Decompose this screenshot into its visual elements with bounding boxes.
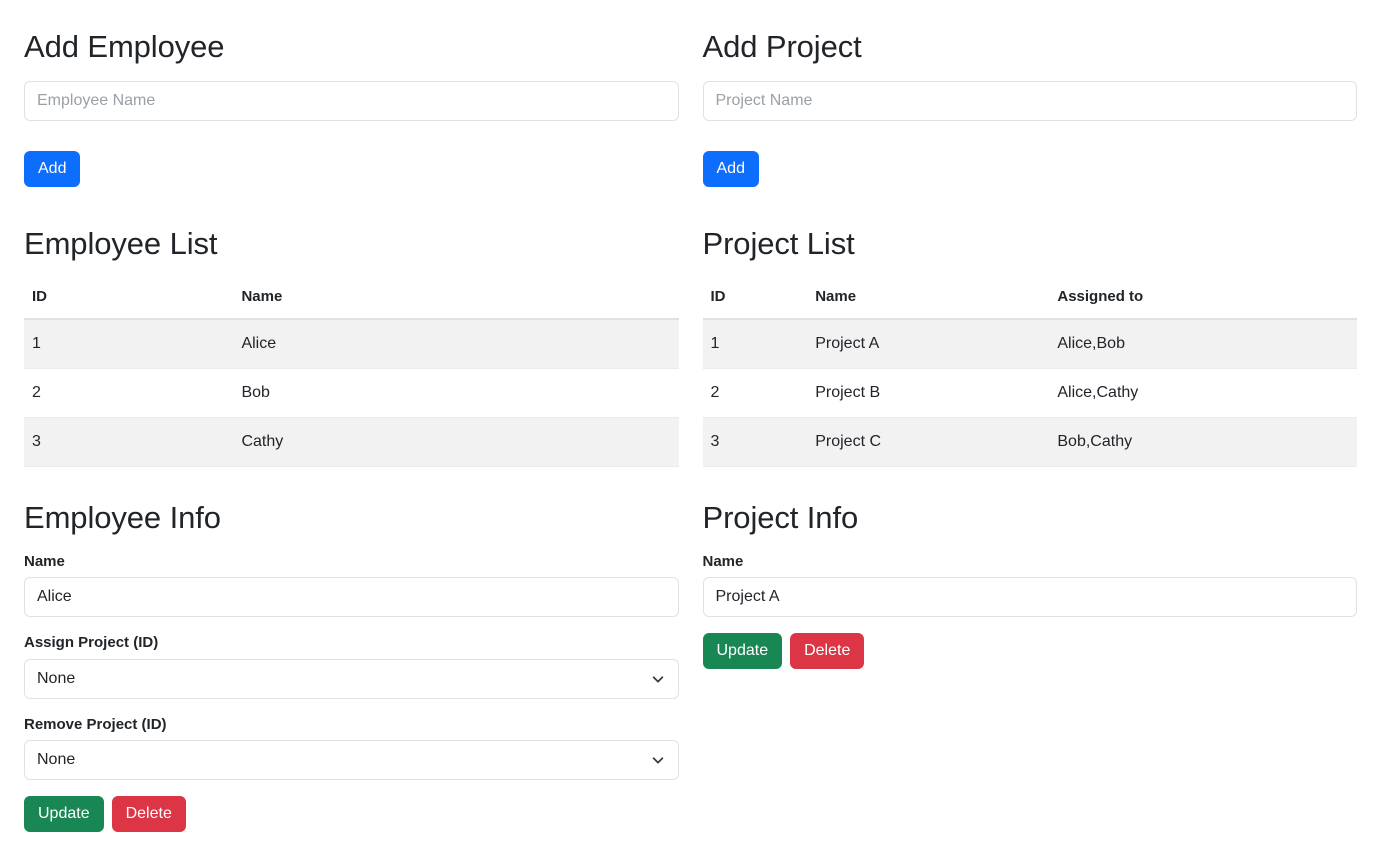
project-info-title: Project Info: [702, 499, 859, 535]
employee-list-table: ID Name 1 Alice 2 Bob 3 Cathy: [24, 278, 679, 467]
remove-project-group: Remove Project (ID) None 1 2 3: [24, 715, 679, 780]
project-list-body: 1 Project A Alice,Bob 2 Project B Alice,…: [702, 318, 1357, 467]
project-info-actions: Update Delete: [702, 633, 1358, 670]
employee-col-name: Name: [233, 278, 679, 320]
project-list-head: ID Name Assigned to: [702, 278, 1357, 320]
add-project-button[interactable]: Add: [702, 151, 759, 188]
employee-delete-button[interactable]: Delete: [111, 795, 186, 832]
employee-info-title: Employee Info: [24, 499, 221, 535]
project-info-name-input[interactable]: [702, 577, 1357, 618]
assign-project-select-wrap: None 1 2 3: [24, 658, 679, 699]
lists-row: Employee List ID Name 1 Alice 2 Bob 3 Ca…: [12, 187, 1369, 467]
table-row[interactable]: 2 Project B Alice,Cathy: [702, 368, 1357, 418]
main-container: Add Employee Add Add Project Add Employe…: [0, 0, 1381, 832]
project-cell-name: Project B: [807, 368, 1050, 418]
remove-project-select[interactable]: None 1 2 3: [24, 739, 679, 780]
employee-cell-id: 3: [24, 417, 234, 467]
employee-list-header-row: ID Name: [24, 278, 679, 320]
project-delete-button[interactable]: Delete: [790, 633, 865, 670]
table-row[interactable]: 1 Project A Alice,Bob: [702, 318, 1357, 369]
project-cell-assigned: Alice,Cathy: [1049, 368, 1357, 418]
employee-info-name-input[interactable]: [24, 577, 679, 618]
project-col-assigned: Assigned to: [1049, 278, 1357, 320]
employee-cell-id: 2: [24, 368, 234, 418]
project-list-header-row: ID Name Assigned to: [702, 278, 1357, 320]
remove-project-label: Remove Project (ID): [24, 715, 167, 733]
employee-cell-name: Alice: [233, 318, 679, 369]
project-list-title: Project List: [702, 226, 855, 262]
employee-update-button[interactable]: Update: [24, 795, 104, 832]
assign-project-select[interactable]: None 1 2 3: [24, 658, 679, 699]
project-cell-assigned: Alice,Bob: [1049, 318, 1357, 369]
employee-list-title: Employee List: [24, 226, 218, 262]
add-project-field-group: [702, 81, 1357, 122]
employee-info-actions: Update Delete: [24, 795, 679, 832]
project-cell-id: 1: [702, 318, 808, 369]
add-project-title: Add Project: [702, 29, 862, 64]
project-update-button[interactable]: Update: [702, 633, 783, 670]
employee-cell-id: 1: [24, 318, 234, 369]
employee-name-input[interactable]: [24, 81, 679, 122]
add-employee-field-group: [24, 81, 679, 122]
project-info-section: Project Info Name Update Delete: [691, 467, 1370, 832]
employee-list-section: Employee List ID Name 1 Alice 2 Bob 3 Ca…: [12, 187, 691, 467]
project-cell-name: Project C: [807, 417, 1050, 467]
employee-col-id: ID: [24, 278, 234, 320]
info-forms-row: Employee Info Name Assign Project (ID) N…: [12, 467, 1369, 832]
project-cell-assigned: Bob,Cathy: [1049, 417, 1357, 467]
project-info-name-group: Name: [702, 552, 1357, 618]
employee-info-name-group: Name: [24, 552, 679, 618]
employee-list-body: 1 Alice 2 Bob 3 Cathy: [24, 318, 679, 467]
add-employee-button[interactable]: Add: [24, 151, 81, 188]
add-employee-title: Add Employee: [24, 29, 225, 64]
add-employee-section: Add Employee Add: [12, 0, 691, 188]
project-cell-name: Project A: [807, 318, 1050, 369]
add-project-section: Add Project Add: [691, 0, 1370, 188]
assign-project-label: Assign Project (ID): [24, 634, 159, 652]
project-col-name: Name: [807, 278, 1050, 320]
table-row[interactable]: 3 Cathy: [24, 417, 679, 467]
remove-project-select-wrap: None 1 2 3: [24, 739, 679, 780]
employee-info-name-label: Name: [24, 553, 65, 571]
app-root: Add Employee Add Add Project Add Employe…: [0, 0, 1381, 861]
employee-cell-name: Bob: [233, 368, 679, 418]
project-list-table: ID Name Assigned to 1 Project A Alice,Bo…: [702, 278, 1357, 467]
project-list-section: Project List ID Name Assigned to 1 Proje…: [691, 187, 1370, 467]
table-row[interactable]: 3 Project C Bob,Cathy: [702, 417, 1357, 467]
table-row[interactable]: 1 Alice: [24, 318, 679, 369]
add-forms-row: Add Employee Add Add Project Add: [12, 0, 1370, 188]
table-row[interactable]: 2 Bob: [24, 368, 679, 418]
project-info-name-label: Name: [702, 553, 744, 571]
employee-list-head: ID Name: [24, 278, 679, 320]
employee-info-section: Employee Info Name Assign Project (ID) N…: [12, 467, 691, 832]
assign-project-group: Assign Project (ID) None 1 2 3: [24, 633, 679, 699]
project-cell-id: 3: [702, 417, 808, 467]
project-col-id: ID: [702, 278, 808, 320]
project-name-input[interactable]: [702, 81, 1357, 122]
project-cell-id: 2: [702, 368, 808, 418]
employee-cell-name: Cathy: [233, 417, 679, 467]
